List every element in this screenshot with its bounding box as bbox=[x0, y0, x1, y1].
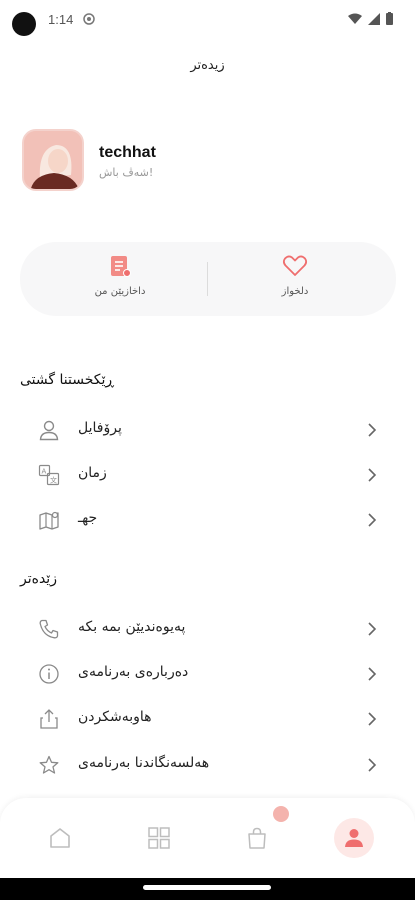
heart-icon bbox=[282, 255, 308, 276]
menu-item-label: زمان bbox=[78, 465, 107, 481]
share-icon bbox=[40, 709, 58, 729]
phone-icon bbox=[39, 619, 59, 639]
status-time: 1:14 bbox=[48, 12, 74, 27]
menu-item-label: دەربارەی بەرنامەی bbox=[78, 664, 189, 680]
my-orders-label: داخازیێن من bbox=[94, 286, 146, 297]
profile-icon bbox=[345, 829, 363, 847]
menu-item-about[interactable]: دەربارەی بەرنامەی bbox=[0, 654, 415, 694]
user-greeting: شەڤ باش! bbox=[99, 166, 154, 179]
menu-item-share[interactable]: هاوبەشکردن bbox=[0, 699, 415, 739]
favorites-label: دلخواز bbox=[281, 286, 309, 297]
svg-text:A: A bbox=[42, 468, 47, 476]
favorites-button[interactable]: دلخواز bbox=[235, 254, 355, 297]
nav-profile[interactable] bbox=[334, 818, 374, 858]
section-title-general: ڕێکخستنا گشتی bbox=[20, 372, 114, 388]
bottom-navigation bbox=[0, 798, 415, 878]
home-icon bbox=[50, 828, 70, 848]
grid-icon bbox=[148, 827, 170, 849]
wifi-icon bbox=[348, 13, 362, 24]
menu-item-profile[interactable]: پرۆفایل bbox=[0, 410, 415, 450]
menu-item-location[interactable]: جهـ bbox=[0, 500, 415, 540]
menu-item-label: پەیوەندیێن بمە بکە bbox=[78, 619, 186, 635]
home-gesture-handle[interactable] bbox=[143, 885, 271, 890]
status-bar: 1:14 bbox=[0, 0, 415, 40]
nav-cart[interactable] bbox=[237, 818, 277, 858]
svg-text:文: 文 bbox=[50, 476, 57, 485]
menu-item-label: جهـ bbox=[78, 510, 98, 526]
user-name: techhat bbox=[99, 144, 156, 161]
section-title-more: زێدەتر bbox=[20, 571, 57, 587]
quick-actions-divider bbox=[207, 262, 208, 296]
chevron-right-icon bbox=[368, 513, 377, 527]
orders-icon bbox=[111, 256, 131, 277]
avatar-illustration bbox=[24, 131, 82, 189]
chevron-right-icon bbox=[368, 423, 377, 437]
menu-item-language[interactable]: A 文 زمان bbox=[0, 455, 415, 495]
star-icon bbox=[39, 755, 59, 774]
chevron-right-icon bbox=[368, 622, 377, 636]
status-indicators bbox=[348, 12, 393, 25]
page-title: زیدەتر bbox=[190, 58, 225, 73]
translate-icon: A 文 bbox=[38, 464, 60, 486]
user-icon bbox=[39, 420, 59, 441]
chevron-right-icon bbox=[368, 667, 377, 681]
signal-icon bbox=[368, 12, 380, 25]
menu-item-label: هاوبەشکردن bbox=[78, 709, 152, 725]
cart-badge bbox=[273, 806, 289, 822]
map-pin-icon bbox=[39, 511, 59, 530]
info-icon bbox=[39, 664, 59, 684]
bag-icon bbox=[248, 827, 266, 849]
camera-cutout bbox=[12, 12, 36, 36]
chevron-right-icon bbox=[368, 468, 377, 482]
chevron-right-icon bbox=[368, 758, 377, 772]
avatar[interactable] bbox=[22, 129, 84, 191]
menu-item-rate-app[interactable]: هەلسەنگاندنا بەرنامەی bbox=[0, 745, 415, 785]
my-orders-button[interactable]: داخازیێن من bbox=[60, 254, 180, 297]
nav-categories[interactable] bbox=[139, 818, 179, 858]
menu-item-label: پرۆفایل bbox=[78, 420, 122, 436]
menu-item-contact[interactable]: پەیوەندیێن بمە بکە bbox=[0, 609, 415, 649]
menu-item-label: هەلسەنگاندنا بەرنامەی bbox=[78, 755, 210, 771]
nav-home[interactable] bbox=[40, 818, 80, 858]
chevron-right-icon bbox=[368, 712, 377, 726]
status-settings-icon bbox=[83, 13, 95, 25]
battery-icon bbox=[386, 12, 393, 25]
